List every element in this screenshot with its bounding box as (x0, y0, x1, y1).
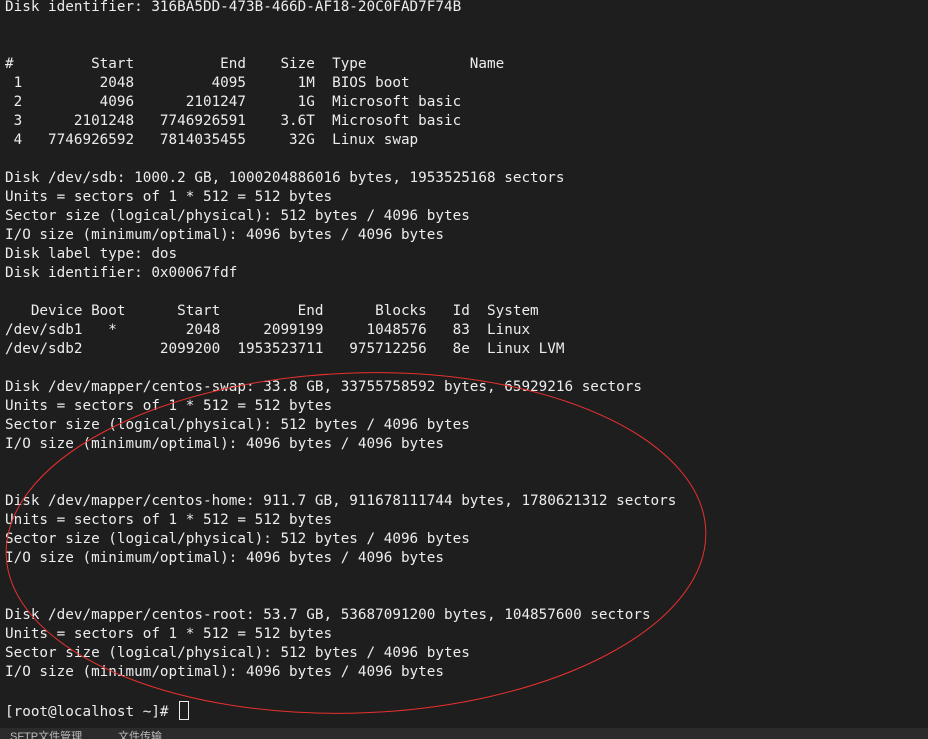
terminal-line: Disk /dev/mapper/centos-root: 53.7 GB, 5… (5, 607, 651, 623)
terminal-line: Units = sectors of 1 * 512 = 512 bytes (5, 398, 333, 414)
terminal-line: Disk label type: dos (5, 246, 178, 262)
text-cursor[interactable] (179, 701, 190, 720)
terminal-line: /dev/sdb1 * 2048 2099199 1048576 83 Linu… (5, 322, 531, 338)
terminal-line: I/O size (minimum/optimal): 4096 bytes /… (5, 436, 444, 452)
terminal-line: Sector size (logical/physical): 512 byte… (5, 208, 470, 224)
terminal-output: Disk identifier: 316BA5DD-473B-466D-AF18… (5, 0, 676, 720)
terminal-line: Units = sectors of 1 * 512 = 512 bytes (5, 189, 333, 205)
terminal-line: Disk identifier: 0x00067fdf (5, 265, 238, 281)
terminal-line: I/O size (minimum/optimal): 4096 bytes /… (5, 664, 444, 680)
terminal-line: Units = sectors of 1 * 512 = 512 bytes (5, 512, 333, 528)
terminal-line: Disk /dev/mapper/centos-swap: 33.8 GB, 3… (5, 379, 642, 395)
terminal-line: 3 2101248 7746926591 3.6T Microsoft basi… (5, 113, 462, 129)
terminal-line: I/O size (minimum/optimal): 4096 bytes /… (5, 227, 444, 243)
file-transfer-tab[interactable]: 文件传输 (118, 731, 162, 739)
terminal-line: 2 4096 2101247 1G Microsoft basic (5, 94, 462, 110)
terminal-line: Device Boot Start End Blocks Id System (5, 303, 539, 319)
terminal-line: Sector size (logical/physical): 512 byte… (5, 531, 470, 547)
terminal-line: # Start End Size Type Name (5, 56, 505, 72)
terminal-line: Disk /dev/sdb: 1000.2 GB, 1000204886016 … (5, 170, 565, 186)
terminal-line: Disk identifier: 316BA5DD-473B-466D-AF18… (5, 0, 462, 15)
terminal-line: I/O size (minimum/optimal): 4096 bytes /… (5, 550, 444, 566)
terminal-line: Units = sectors of 1 * 512 = 512 bytes (5, 626, 333, 642)
terminal-window[interactable]: Disk identifier: 316BA5DD-473B-466D-AF18… (0, 0, 928, 728)
terminal-line: Sector size (logical/physical): 512 byte… (5, 417, 470, 433)
shell-prompt: [root@localhost ~]# (5, 704, 178, 720)
terminal-line: Sector size (logical/physical): 512 byte… (5, 645, 470, 661)
terminal-line: 4 7746926592 7814035455 32G Linux swap (5, 132, 419, 148)
terminal-line: 1 2048 4095 1M BIOS boot (5, 75, 410, 91)
terminal-line: Disk /dev/mapper/centos-home: 911.7 GB, … (5, 493, 677, 509)
command-prompt-line[interactable]: [root@localhost ~]# (5, 701, 676, 720)
bottom-toolbar: SFTP文件管理 文件传输 (0, 728, 928, 739)
sftp-file-manager-tab[interactable]: SFTP文件管理 (10, 731, 82, 739)
terminal-line: /dev/sdb2 2099200 1953523711 975712256 8… (5, 341, 565, 357)
